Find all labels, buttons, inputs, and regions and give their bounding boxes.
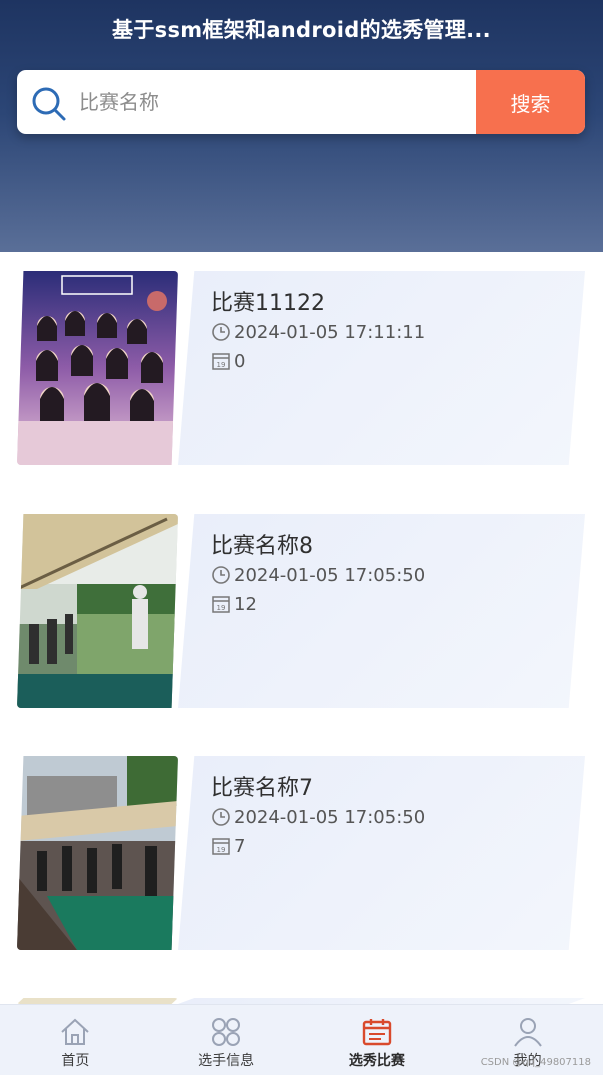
competition-time-text: 2024-01-05 17:05:50 (234, 564, 426, 586)
competition-card[interactable]: 比赛名称8 2024-01-05 17:05:50 19 12 (0, 514, 603, 714)
competition-count: 19 7 (211, 834, 245, 858)
search-bar: 搜索 (17, 70, 585, 134)
nav-item-home[interactable]: 首页 (0, 1005, 151, 1075)
clock-icon (212, 566, 230, 584)
search-button[interactable]: 搜索 (476, 70, 585, 134)
user-icon (513, 1018, 542, 1047)
competition-count: 19 0 (211, 349, 245, 373)
nav-label: 选秀比赛 (348, 1053, 405, 1069)
grid-icon (212, 1018, 241, 1046)
nav-label: 选手信息 (198, 1053, 255, 1069)
app-title: 基于ssm框架和android的选秀管理... (112, 18, 491, 42)
competition-title: 比赛11122 (211, 291, 325, 316)
competition-count-text: 12 (234, 593, 257, 615)
svg-text:19: 19 (217, 604, 226, 612)
nav-item-competitions[interactable]: 选秀比赛 (302, 1005, 453, 1075)
competition-time-text: 2024-01-05 17:11:11 (234, 321, 426, 343)
search-input[interactable] (79, 70, 489, 134)
competition-time-text: 2024-01-05 17:05:50 (234, 806, 426, 828)
competition-thumbnail[interactable] (17, 271, 178, 465)
nav-item-players[interactable]: 选手信息 (151, 1005, 302, 1075)
competition-card[interactable]: 比赛11122 2024-01-05 17:11:11 19 0 (0, 271, 603, 471)
competition-thumbnail[interactable] (17, 514, 178, 708)
clock-icon (212, 323, 230, 341)
watermark: CSDN @qq_49807118 (480, 1057, 591, 1068)
competition-title: 比赛名称7 (211, 776, 313, 801)
competition-count-text: 0 (234, 350, 246, 372)
home-icon (61, 1018, 90, 1045)
header: 基于ssm框架和android的选秀管理... 搜索 (0, 0, 603, 252)
competition-count-text: 7 (234, 835, 246, 857)
clock-icon (212, 808, 230, 826)
search-icon[interactable] (31, 86, 67, 122)
svg-text:19: 19 (217, 846, 226, 854)
competition-title: 比赛名称8 (211, 534, 313, 559)
calendar-icon: 19 (212, 838, 230, 855)
svg-text:19: 19 (217, 361, 226, 369)
competition-thumbnail[interactable] (17, 756, 178, 950)
competition-card[interactable]: 比赛名称7 2024-01-05 17:05:50 19 7 (0, 756, 603, 956)
competition-time: 2024-01-05 17:11:11 (211, 320, 425, 344)
calendar-icon: 19 (212, 596, 230, 613)
competition-time: 2024-01-05 17:05:50 (211, 563, 425, 587)
competition-count: 19 12 (211, 592, 257, 616)
calendar-icon: 19 (212, 353, 230, 370)
competition-time: 2024-01-05 17:05:50 (211, 805, 425, 829)
calendar-icon (362, 1019, 392, 1046)
nav-label: 首页 (61, 1053, 90, 1069)
